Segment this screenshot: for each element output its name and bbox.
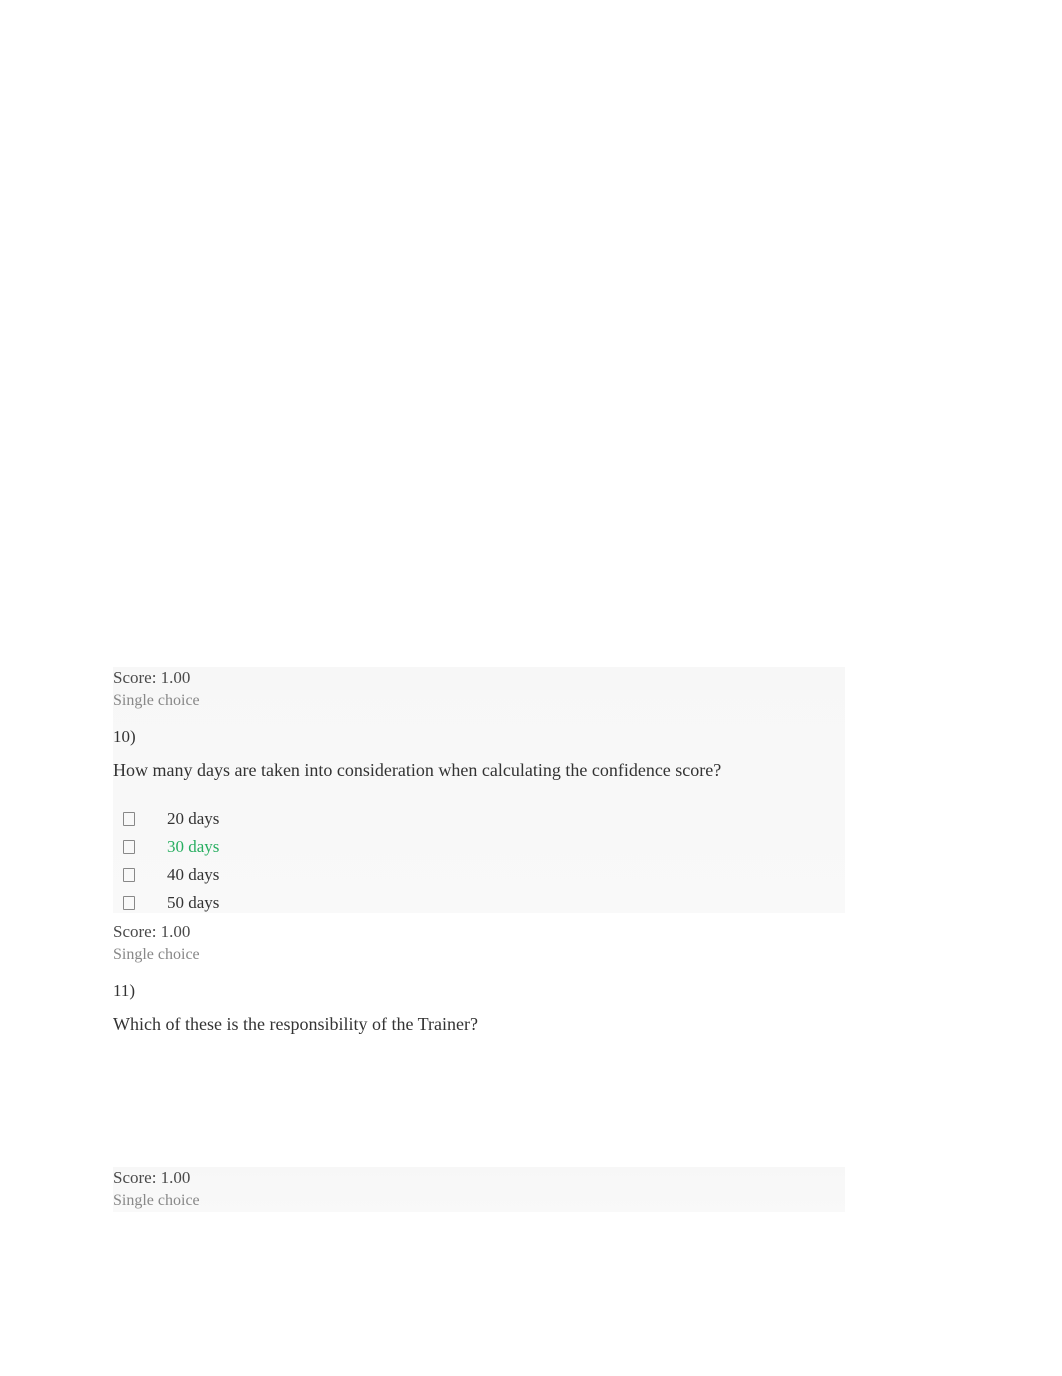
question-block-next: Score: 1.00 Single choice: [113, 1167, 845, 1212]
question-type-label: Single choice: [113, 691, 845, 712]
radio-icon[interactable]: [123, 840, 135, 854]
option-label-correct: 30 days: [167, 837, 219, 857]
option-label: 50 days: [167, 893, 219, 913]
radio-icon[interactable]: [123, 896, 135, 910]
option-row: 50 days: [123, 893, 845, 913]
question-number: 11): [113, 980, 845, 1002]
options-list: 20 days 30 days 40 days 50 days: [113, 809, 845, 913]
question-type-label: Single choice: [113, 945, 845, 966]
question-text: Which of these is the responsibility of …: [113, 1012, 845, 1037]
question-number: 10): [113, 726, 845, 748]
score-label: Score: 1.00: [113, 1167, 845, 1189]
options-area-blank: [113, 1037, 845, 1167]
question-text: How many days are taken into considerati…: [113, 758, 845, 783]
option-label: 40 days: [167, 865, 219, 885]
radio-icon[interactable]: [123, 868, 135, 882]
question-block-10: Score: 1.00 Single choice 10) How many d…: [113, 667, 845, 913]
option-row: 40 days: [123, 865, 845, 885]
question-type-label: Single choice: [113, 1191, 845, 1212]
option-row: 30 days: [123, 837, 845, 857]
score-label: Score: 1.00: [113, 921, 845, 943]
score-label: Score: 1.00: [113, 667, 845, 689]
option-row: 20 days: [123, 809, 845, 829]
question-block-11: Score: 1.00 Single choice 11) Which of t…: [113, 921, 845, 1167]
option-label: 20 days: [167, 809, 219, 829]
radio-icon[interactable]: [123, 812, 135, 826]
